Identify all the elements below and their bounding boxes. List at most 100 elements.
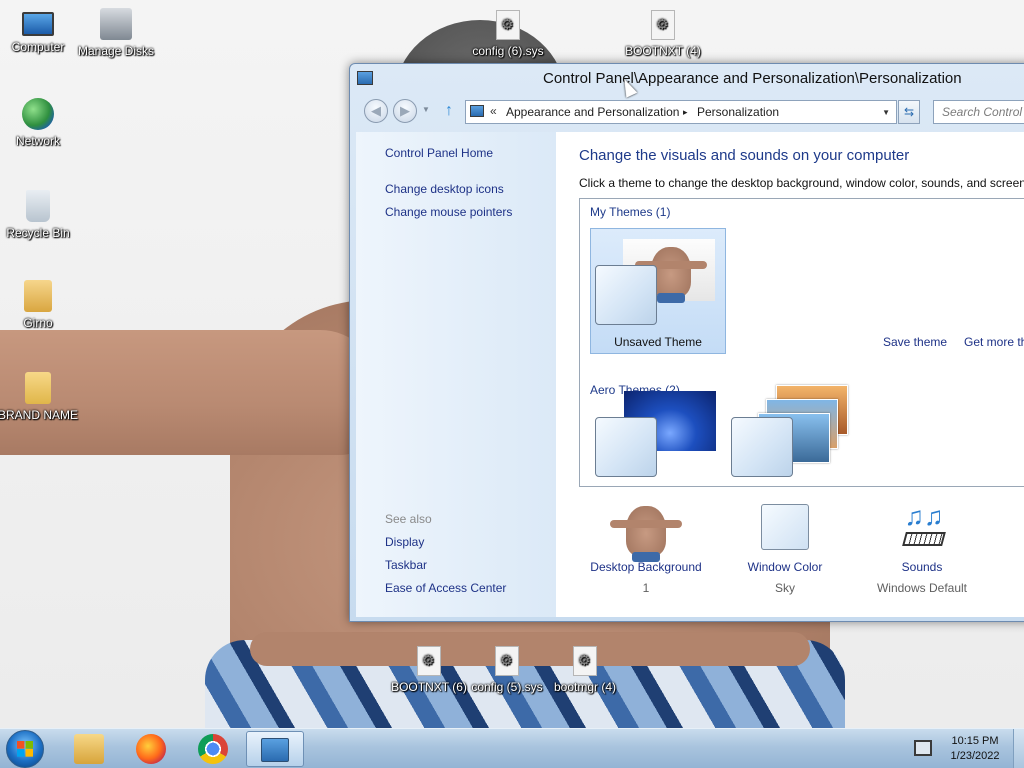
control-panel-icon [357, 71, 373, 85]
clock-date: 1/23/2022 [950, 750, 1000, 762]
desktop-icon-label: config (5).sys [471, 680, 543, 694]
display-link[interactable]: Display [385, 535, 424, 549]
network-icon [22, 98, 54, 130]
wallpaper-thumbnail-figure [635, 247, 707, 303]
control-panel-icon [470, 105, 484, 117]
desktop-icon-manage-disks[interactable]: Manage Disks [76, 8, 156, 58]
desktop-icon-bootnxt-4[interactable]: BOOTNXT (4) [623, 10, 703, 58]
action-center-tray-icon[interactable] [914, 740, 932, 756]
desktop-background-thumbnail [608, 504, 684, 562]
chrome-icon [198, 734, 228, 764]
recycle-bin-icon [26, 190, 50, 222]
manage-disks-icon [100, 8, 132, 40]
change-desktop-icons-link[interactable]: Change desktop icons [385, 182, 504, 196]
address-dropdown-icon[interactable]: ▼ [882, 108, 890, 117]
setting-value: Windows Default [876, 581, 968, 595]
sounds-setting[interactable]: ♫♫ Sounds Windows Default [852, 503, 992, 595]
taskbar-control-panel[interactable] [246, 731, 304, 767]
computer-icon [22, 12, 54, 36]
control-panel-icon [261, 738, 289, 762]
folder-icon [74, 734, 104, 764]
page-title: Change the visuals and sounds on your co… [579, 147, 910, 164]
window-content: Control Panel Home Change desktop icons … [356, 132, 1024, 617]
change-mouse-pointers-link[interactable]: Change mouse pointers [385, 205, 512, 219]
system-file-icon [573, 646, 597, 676]
page-description: Click a theme to change the desktop back… [579, 176, 1024, 190]
desktop-icon-label: BRAND NAME [0, 408, 79, 422]
theme-list[interactable]: My Themes (1) Unsaved Theme Save theme G… [579, 198, 1024, 487]
wallpaper-thumbnail-figure [610, 506, 682, 562]
breadcrumb-personalization[interactable]: Personalization [697, 105, 779, 119]
desktop-icon-brand-name[interactable]: BRAND NAME [0, 372, 78, 422]
window-color-swatch [761, 504, 809, 550]
desktop-icon-label: BOOTNXT (6) [391, 680, 467, 694]
desktop-icon-computer[interactable]: Computer [0, 8, 78, 54]
back-button[interactable]: ◀ [364, 99, 388, 123]
ease-of-access-center-link[interactable]: Ease of Access Center [385, 581, 506, 595]
refresh-button[interactable]: ⇆ [898, 100, 920, 124]
system-file-icon [417, 646, 441, 676]
desktop-icon-bootmgr-4[interactable]: bootmgr (4) [545, 646, 625, 694]
see-also-heading: See also [385, 512, 432, 526]
desktop-icon-girno[interactable]: Girno [0, 280, 78, 330]
taskbar-link[interactable]: Taskbar [385, 558, 427, 572]
desktop-icon-config-5-sys[interactable]: config (5).sys [467, 646, 547, 694]
system-file-icon [495, 646, 519, 676]
get-more-themes-link[interactable]: Get more themes online [964, 335, 1024, 349]
desktop-icon-label: BOOTNXT (4) [625, 44, 701, 58]
clock-time: 10:15 PM [951, 735, 999, 747]
system-clock[interactable]: 10:15 PM 1/23/2022 [942, 734, 1008, 764]
setting-label: Desktop Background [590, 560, 702, 574]
desktop-background-setting[interactable]: Desktop Background 1 [576, 504, 716, 595]
navigation-bar: ◀ ▶ ▼ ↑ « Appearance and Personalization… [350, 96, 1024, 130]
desktop-icon-label: bootmgr (4) [553, 680, 617, 694]
taskbar-firefox[interactable] [122, 731, 180, 767]
desktop-icon-config-6-sys[interactable]: config (6).sys [468, 10, 548, 58]
personalization-window[interactable]: Control Panel\Appearance and Personaliza… [349, 63, 1024, 622]
setting-value: 1 [642, 581, 650, 595]
search-input[interactable]: Search Control Panel [933, 100, 1024, 124]
window-color-setting[interactable]: Window Color Sky [715, 504, 855, 595]
firefox-icon [136, 734, 166, 764]
taskbar-chrome[interactable] [184, 731, 242, 767]
breadcrumb-separator-icon[interactable]: ▸ [683, 107, 688, 118]
window-color-thumbnail [747, 504, 823, 554]
theme-label: Unsaved Theme [614, 335, 702, 349]
taskbar-explorer[interactable] [60, 731, 118, 767]
music-keyboard-icon: ♫♫ [900, 503, 948, 552]
window-titlebar[interactable]: Control Panel\Appearance and Personaliza… [350, 64, 1024, 96]
window-title: Control Panel\Appearance and Personaliza… [543, 70, 962, 87]
up-arrow-icon[interactable]: ↑ [445, 102, 453, 120]
breadcrumb-appearance-and-personalization[interactable]: Appearance and Personalization [506, 105, 679, 119]
desktop-icon-label: Recycle Bin [6, 226, 70, 240]
system-file-icon [651, 10, 675, 40]
address-bar[interactable]: « Appearance and Personalization ▸ Perso… [465, 100, 897, 124]
group-header-my-themes[interactable]: My Themes (1) [590, 205, 670, 219]
window-color-swatch [595, 417, 657, 477]
setting-label: Window Color [747, 560, 823, 574]
left-task-pane: Control Panel Home Change desktop icons … [356, 132, 556, 617]
system-file-icon [496, 10, 520, 40]
control-panel-home-link[interactable]: Control Panel Home [385, 146, 493, 160]
save-theme-link[interactable]: Save theme [883, 335, 947, 349]
address-overflow-chevron[interactable]: « [490, 104, 497, 118]
taskbar: 10:15 PM 1/23/2022 [0, 728, 1024, 768]
main-pane: Change the visuals and sounds on your co… [556, 132, 1024, 617]
recent-pages-dropdown-icon[interactable]: ▼ [422, 105, 430, 114]
desktop-icon-network[interactable]: Network [0, 98, 78, 148]
window-color-swatch [595, 265, 657, 325]
desktop-icon-label: config (6).sys [472, 44, 544, 58]
desktop-icon-bootnxt-6[interactable]: BOOTNXT (6) [389, 646, 469, 694]
desktop-icon-label: Manage Disks [77, 44, 155, 58]
show-desktop-button[interactable] [1013, 729, 1024, 768]
desktop-icon-recycle-bin[interactable]: Recycle Bin [0, 190, 78, 240]
theme-tile-unsaved[interactable]: Unsaved Theme [590, 228, 726, 354]
forward-button[interactable]: ▶ [393, 99, 417, 123]
desktop-icon-label: Girno [23, 316, 53, 330]
sounds-thumbnail: ♫♫ [884, 503, 960, 554]
start-button[interactable] [6, 730, 44, 768]
user-folder-icon [24, 280, 52, 312]
setting-label: Sounds [901, 560, 943, 574]
folder-icon [25, 372, 51, 404]
desktop-icon-label: Network [15, 134, 60, 148]
